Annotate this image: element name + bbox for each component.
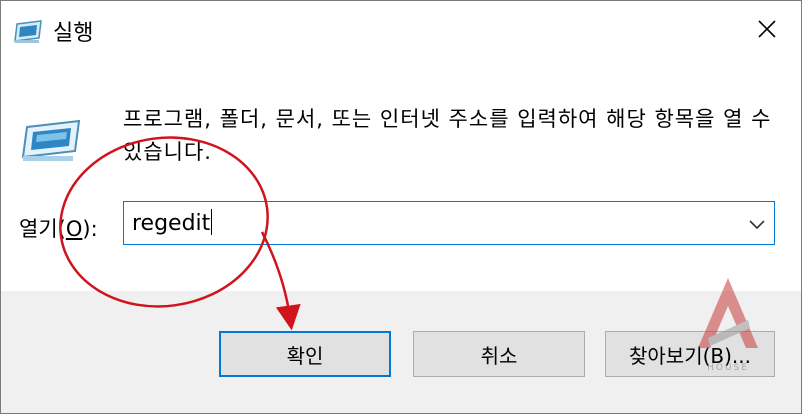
open-label-suffix: ): — [82, 217, 98, 241]
button-bar: 확인 취소 찾아보기(B)... — [1, 291, 801, 413]
open-label: 열기(O): — [19, 213, 98, 243]
open-label-accesskey: O — [65, 217, 83, 241]
window-title: 실행 — [53, 21, 94, 46]
chevron-down-icon — [749, 220, 765, 230]
close-icon — [758, 20, 776, 38]
cancel-button[interactable]: 취소 — [413, 331, 585, 377]
watermark-logo: HOUSE — [688, 268, 768, 382]
text-caret — [211, 209, 213, 235]
open-label-prefix: 열기( — [19, 217, 66, 241]
dialog-content: 프로그램, 폴더, 문서, 또는 인터넷 주소를 입력하여 해당 항목을 열 수… — [1, 59, 801, 291]
watermark-text: HOUSE — [707, 363, 749, 373]
open-combobox[interactable]: regedit — [123, 201, 775, 245]
close-button[interactable] — [733, 1, 801, 57]
run-icon — [19, 117, 83, 167]
run-dialog: 실행 프로그램, 폴더, 문서, 또는 인터넷 주소를 입력하여 해당 항목을 … — [0, 0, 802, 414]
ok-button[interactable]: 확인 — [219, 331, 391, 377]
run-app-icon — [13, 18, 43, 48]
dropdown-button[interactable] — [748, 215, 766, 234]
title-bar: 실행 — [1, 1, 801, 59]
prompt-description: 프로그램, 폴더, 문서, 또는 인터넷 주소를 입력하여 해당 항목을 열 수… — [123, 107, 772, 164]
open-input-value: regedit — [132, 211, 211, 236]
open-input[interactable]: regedit — [132, 209, 213, 236]
